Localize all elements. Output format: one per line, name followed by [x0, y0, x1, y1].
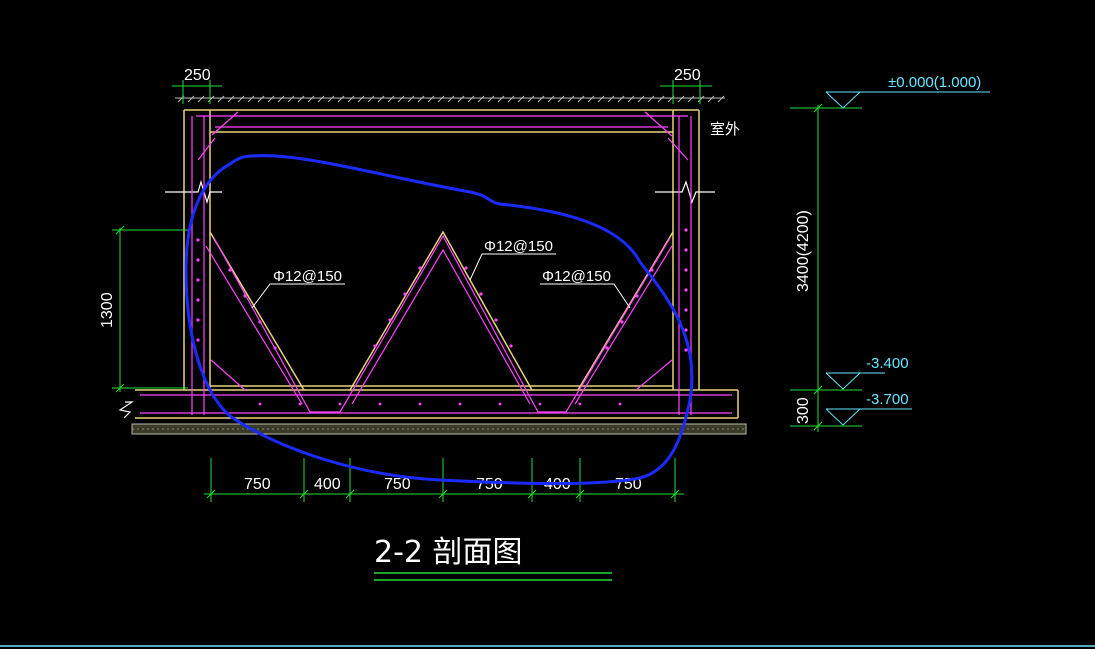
elevation-markers: [825, 91, 990, 426]
title-underline: [374, 572, 612, 581]
left-dimension: [112, 225, 188, 393]
top-dimension-lines: [172, 80, 712, 104]
rebar-label-middle: Φ12@150: [484, 238, 553, 255]
elevation-bottom: -3.700: [866, 391, 909, 408]
rebar-label-right: Φ12@150: [542, 268, 611, 285]
rebar-label-left: Φ12@150: [273, 268, 342, 285]
right-dim-main: 3400(4200): [795, 210, 812, 292]
bottom-dim-2: 400: [314, 476, 341, 493]
top-dim-right: 250: [674, 67, 701, 84]
bottom-dim-4: 750: [476, 476, 503, 493]
elevation-mid: -3.400: [866, 355, 909, 372]
section-drawing: 250 250 Φ12@150 Φ12@150 Φ12@150 室外 1300 …: [0, 67, 1095, 647]
outdoor-label: 室外: [710, 121, 740, 138]
ground-hatch-top: [175, 95, 725, 103]
top-dim-left: 250: [184, 67, 211, 84]
wall-outline: [135, 109, 739, 419]
rebar-dots: [196, 228, 688, 406]
elevation-top: ±0.000(1.000): [888, 74, 981, 91]
right-dim-small: 300: [795, 397, 812, 424]
cad-canvas[interactable]: 250 250 Φ12@150 Φ12@150 Φ12@150 室外 1300 …: [0, 0, 1095, 649]
left-dim-text: 1300: [99, 292, 116, 328]
bottom-dim-1: 750: [244, 476, 271, 493]
section-title: 2-2 剖面图: [374, 535, 523, 570]
cushion-layer: [131, 423, 747, 435]
